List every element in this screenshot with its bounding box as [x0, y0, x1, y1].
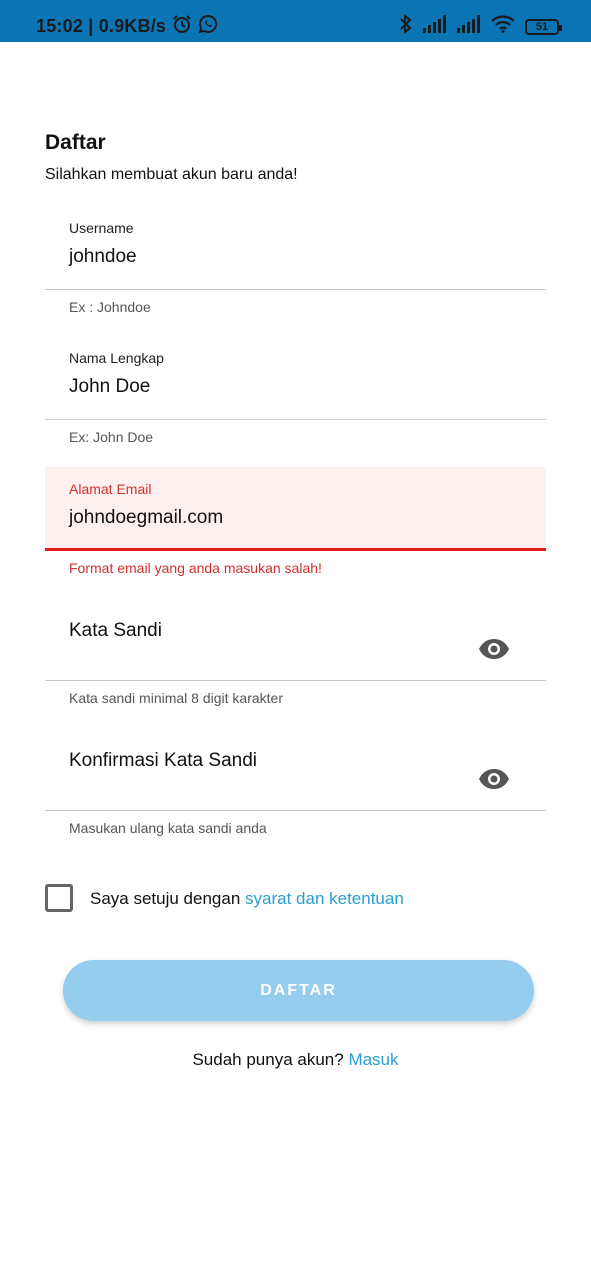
status-right: 51	[399, 13, 562, 39]
fullname-value[interactable]: John Doe	[69, 376, 150, 398]
password-field[interactable]: Kata Sandi	[45, 597, 546, 681]
status-time: 15:02	[36, 16, 84, 36]
username-helper: Ex : Johndoe	[69, 299, 151, 315]
whatsapp-icon	[198, 14, 218, 39]
eye-icon[interactable]	[478, 638, 510, 660]
eye-icon[interactable]	[478, 768, 510, 790]
email-value[interactable]: johndoegmail.com	[69, 507, 223, 529]
fullname-field[interactable]: Nama Lengkap John Doe	[45, 336, 546, 420]
password-underline	[45, 680, 546, 681]
battery-icon: 51	[525, 18, 562, 35]
signal-icon	[423, 15, 447, 38]
confirm-password-helper: Masukan ulang kata sandi anda	[69, 820, 267, 836]
wifi-icon	[491, 15, 515, 38]
login-prompt: Sudah punya akun? Masuk	[0, 1050, 591, 1070]
fullname-helper: Ex: John Doe	[69, 429, 154, 445]
page-subtitle: Silahkan membuat akun baru anda!	[45, 166, 298, 183]
confirm-password-underline	[45, 810, 546, 811]
terms-checkbox[interactable]	[45, 884, 73, 912]
bluetooth-icon	[399, 13, 413, 39]
login-link[interactable]: Masuk	[348, 1050, 398, 1069]
email-field[interactable]: Alamat Email johndoegmail.com	[45, 467, 546, 551]
fullname-underline	[45, 419, 546, 420]
signal-icon	[457, 15, 481, 38]
email-label: Alamat Email	[69, 481, 152, 497]
password-helper: Kata sandi minimal 8 digit karakter	[69, 690, 283, 706]
username-value[interactable]: johndoe	[69, 246, 137, 268]
terms-text: Saya setuju dengan syarat dan ketentuan	[90, 889, 404, 909]
page-title: Daftar	[45, 131, 106, 154]
username-underline	[45, 289, 546, 290]
login-prompt-text: Sudah punya akun?	[192, 1050, 349, 1069]
terms-prefix: Saya setuju dengan	[90, 889, 246, 908]
username-label: Username	[69, 220, 134, 236]
battery-level: 51	[535, 20, 549, 33]
daftar-button[interactable]: DAFTAR	[63, 960, 534, 1021]
email-underline	[45, 548, 546, 551]
email-error: Format email yang anda masukan salah!	[69, 560, 322, 576]
status-separator: |	[83, 16, 99, 36]
status-left: 15:02 | 0.9KB/s	[36, 14, 218, 39]
fullname-label: Nama Lengkap	[69, 350, 164, 366]
status-speed: 0.9KB/s	[98, 16, 167, 36]
confirm-password-field[interactable]: Konfirmasi Kata Sandi	[45, 727, 546, 811]
password-label: Kata Sandi	[69, 620, 162, 641]
status-bar: 15:02 | 0.9KB/s 51	[0, 0, 591, 42]
username-field[interactable]: Username johndoe	[45, 206, 546, 290]
terms-link[interactable]: syarat dan ketentuan	[245, 889, 404, 908]
alarm-icon	[172, 14, 192, 39]
confirm-password-label: Konfirmasi Kata Sandi	[69, 750, 257, 771]
